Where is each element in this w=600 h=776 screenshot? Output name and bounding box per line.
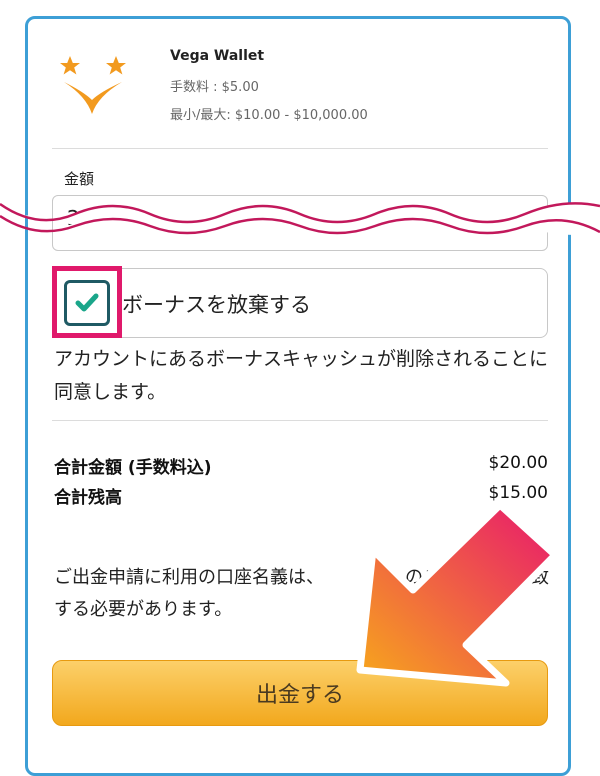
- total-amount-row: 合計金額 (手数料込) $20.00: [54, 453, 548, 478]
- divider: [52, 420, 548, 421]
- total-amount-value: $20.00: [488, 453, 548, 473]
- forfeit-bonus-label: ボーナスを放棄する: [122, 293, 311, 317]
- forfeit-bonus-checkbox[interactable]: [64, 280, 110, 326]
- amount-label: 金額: [64, 170, 95, 188]
- total-balance-label: 合計残高: [54, 488, 122, 508]
- torn-edge-wave: [0, 202, 600, 235]
- divider: [52, 148, 548, 149]
- pointer-arrow-icon: [356, 501, 559, 687]
- total-amount-label: 合計金額 (手数料込): [54, 458, 212, 478]
- wallet-fee: 手数料 : $5.00: [170, 80, 259, 95]
- wallet-min-max: 最小/最大: $10.00 - $10,000.00: [170, 108, 368, 123]
- vega-wallet-logo-icon: [60, 56, 126, 114]
- checkmark-icon: [75, 293, 99, 312]
- wallet-name: Vega Wallet: [170, 48, 265, 64]
- withdraw-button-label: 出金する: [255, 683, 344, 708]
- bonus-forfeit-note: アカウントにあるボーナスキャッシュが削除されることに同意します。: [54, 348, 549, 403]
